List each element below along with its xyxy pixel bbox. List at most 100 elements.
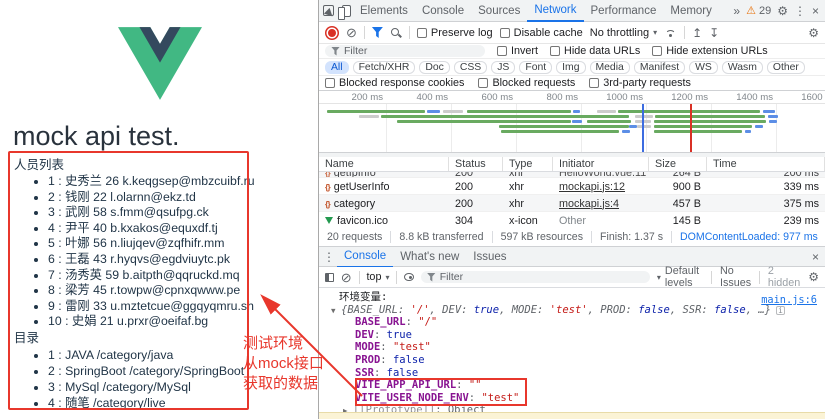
tab-sources[interactable]: Sources [471, 0, 527, 22]
blocked-requests-checkbox[interactable]: Blocked requests [478, 77, 575, 89]
3rd-party-requests-checkbox[interactable]: 3rd-party requests [589, 77, 691, 89]
column-header-size[interactable]: Size [649, 157, 707, 171]
tab-network[interactable]: Network [527, 0, 583, 22]
tab-memory[interactable]: Memory [663, 0, 719, 22]
column-header-time[interactable]: Time [707, 157, 825, 171]
close-drawer-icon[interactable]: × [812, 251, 819, 263]
chip-other[interactable]: Other [767, 61, 805, 74]
live-expression-eye-icon[interactable] [404, 273, 414, 281]
waterfall-overview[interactable] [319, 104, 825, 153]
clear-console-icon[interactable]: ⊘ [341, 271, 352, 284]
chip-ws[interactable]: WS [689, 61, 718, 74]
request-initiator-cell: mockapi.js:12 [553, 178, 649, 195]
chip-media[interactable]: Media [590, 61, 630, 74]
chip-doc[interactable]: Doc [419, 61, 449, 74]
gridline [776, 104, 777, 152]
checkbox-icon [497, 46, 507, 56]
directory-list: 1 : JAVA /category/java2 : SpringBoot /c… [14, 347, 252, 411]
settings-gear-icon[interactable]: ⚙ [777, 5, 788, 17]
blocked-options-row: Blocked response cookies Blocked requests… [319, 76, 825, 91]
list-item-person: 7 : 汤秀英 59 b.aitpth@qqruckd.mq [48, 268, 252, 284]
column-header-initiator[interactable]: Initiator [553, 157, 649, 171]
chip-img[interactable]: Img [556, 61, 585, 74]
throttling-dropdown[interactable]: No throttling ▾ [590, 27, 657, 39]
import-har-icon[interactable]: ↥ [692, 27, 702, 39]
context-dropdown[interactable]: top ▾ [366, 271, 389, 283]
chip-font[interactable]: Font [519, 61, 552, 74]
table-row-getuserinfo[interactable]: {}getUserInfo200xhrmockapi.js:12900 B339… [319, 178, 825, 195]
device-toolbar-icon[interactable] [342, 5, 351, 17]
console-sidebar-icon[interactable] [325, 273, 334, 282]
column-header-type[interactable]: Type [503, 157, 553, 171]
request-size-cell: 900 B [649, 178, 707, 195]
table-row-category[interactable]: {}category200xhrmockapi.js:4457 B375 ms [319, 195, 825, 212]
invert-label: Invert [511, 45, 538, 57]
console-tabs: ConsoleWhat's newIssues [337, 246, 514, 268]
tab-performance[interactable]: Performance [584, 0, 664, 22]
filter-funnel-icon[interactable] [372, 27, 383, 38]
list-item-person: 10 : 史娟 21 u.prxr@oeifaf.bg [48, 314, 252, 330]
property-separator: : [374, 329, 387, 341]
network-settings-gear-icon[interactable]: ⚙ [808, 27, 819, 39]
request-time-cell: 339 ms [707, 178, 825, 195]
preserve-log-checkbox[interactable]: Preserve log [417, 27, 493, 39]
log-levels-dropdown[interactable]: ▾ Default levels [657, 265, 703, 289]
preview-token: PROD: [600, 304, 638, 316]
prototype-value: Object [448, 404, 486, 412]
chip-all[interactable]: All [325, 61, 349, 74]
devtools-tabs: ElementsConsoleSourcesNetworkPerformance… [353, 0, 719, 22]
export-har-icon[interactable]: ↧ [709, 27, 719, 39]
column-header-status[interactable]: Status [449, 157, 503, 171]
waterfall-bar [501, 130, 619, 133]
inspect-element-icon[interactable] [323, 5, 334, 16]
chip-wasm[interactable]: Wasm [722, 61, 763, 74]
network-filter-input[interactable] [344, 45, 464, 57]
chip-manifest[interactable]: Manifest [634, 61, 685, 74]
console-settings-gear-icon[interactable]: ⚙ [808, 271, 819, 283]
drawer-tab-console[interactable]: Console [337, 246, 393, 268]
console-drawer-tabbar: ⋮ ConsoleWhat's newIssues × [319, 247, 825, 267]
request-table-body: {}getIpInfo200xhrHelloWorld.vue:11264 B2… [319, 172, 825, 229]
drawer-menu-dots-icon[interactable]: ⋮ [323, 251, 335, 263]
issues-warning[interactable]: ⚠ 29 [746, 4, 771, 17]
invert-checkbox[interactable]: Invert [497, 45, 538, 57]
chip-fetch-xhr[interactable]: Fetch/XHR [353, 61, 416, 74]
menu-dots-icon[interactable]: ⋮ [794, 5, 806, 17]
record-icon[interactable] [328, 29, 336, 37]
table-row-favicon-ico[interactable]: favicon.ico304x-iconOther145 B239 ms [319, 212, 825, 229]
filter-options: Invert Hide data URLs Hide extension URLs [497, 45, 768, 57]
chip-css[interactable]: CSS [454, 61, 487, 74]
disable-cache-checkbox[interactable]: Disable cache [500, 27, 583, 39]
more-tabs-icon[interactable]: » [733, 5, 740, 17]
tab-elements[interactable]: Elements [353, 0, 415, 22]
close-icon[interactable]: × [812, 5, 819, 17]
property-key: MODE [355, 341, 380, 353]
annotation-line: 从mock接口 [243, 354, 324, 374]
hide-extension-urls-checkbox[interactable]: Hide extension URLs [652, 45, 767, 57]
blocked-response-cookies-checkbox[interactable]: Blocked response cookies [325, 77, 464, 89]
chip-js[interactable]: JS [491, 61, 515, 74]
column-header-name[interactable]: Name [319, 157, 449, 171]
search-icon[interactable] [390, 27, 402, 39]
waterfall-bar [327, 110, 425, 113]
waterfall-bar [755, 125, 763, 128]
tab-console[interactable]: Console [415, 0, 471, 22]
initiator-link[interactable]: mockapi.js:4 [559, 198, 619, 210]
drawer-tab-what-s-new[interactable]: What's new [393, 246, 466, 268]
waterfall-bar [381, 115, 629, 118]
clear-icon[interactable]: ⊘ [346, 26, 357, 39]
console-filter-pill [421, 271, 650, 283]
hide-data-urls-checkbox[interactable]: Hide data URLs [550, 45, 640, 57]
hidden-messages-count[interactable]: 2 hidden [768, 265, 800, 289]
network-conditions-icon[interactable] [664, 28, 677, 38]
network-summary-bar: 20 requests8.8 kB transferred597 kB reso… [319, 228, 825, 247]
preview-token: true [474, 304, 499, 316]
property-value: "" [469, 379, 482, 391]
disable-cache-label: Disable cache [514, 27, 583, 39]
console-filter-input[interactable] [440, 271, 560, 283]
waterfall-bar [655, 115, 765, 118]
drawer-tab-issues[interactable]: Issues [466, 246, 513, 268]
expander-closed-icon[interactable]: ▶ [343, 405, 353, 412]
initiator-link[interactable]: mockapi.js:12 [559, 181, 625, 193]
xhr-request-icon: {} [325, 172, 330, 178]
